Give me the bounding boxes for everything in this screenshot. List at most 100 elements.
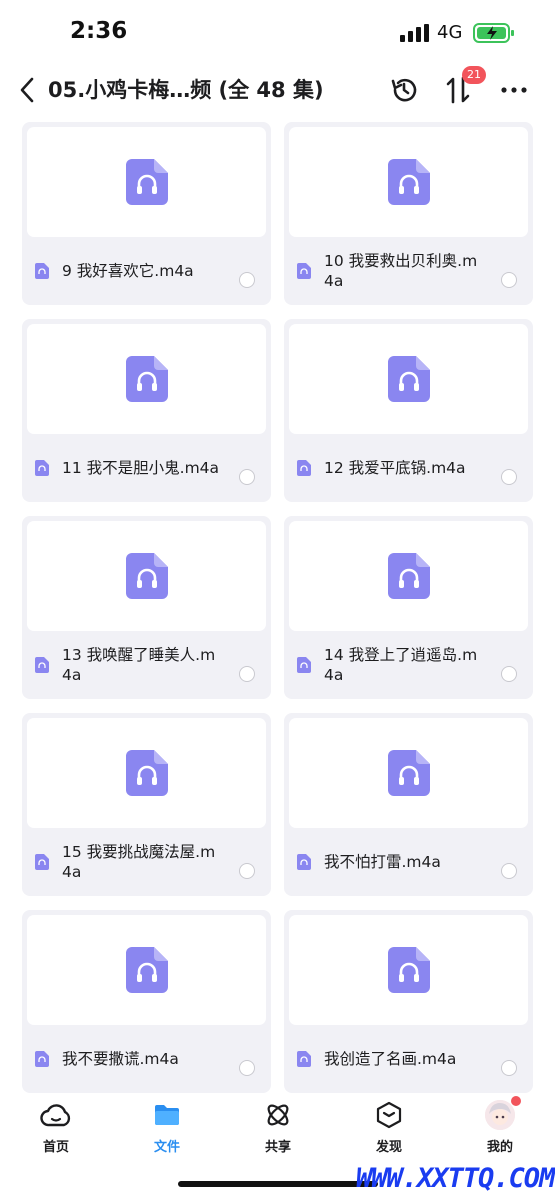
watermark: WWW.XXTTQ.COM	[356, 1163, 555, 1194]
file-name: 14 我登上了逍遥岛.m4a	[324, 646, 478, 684]
select-radio[interactable]	[239, 272, 255, 288]
file-name: 我创造了名画.m4a	[324, 1050, 457, 1068]
file-thumbnail	[27, 915, 266, 1025]
file-card[interactable]: 我创造了名画.m4a	[284, 910, 533, 1093]
file-thumbnail	[27, 324, 266, 434]
file-card-footer: 9 我好喜欢它.m4a	[22, 237, 271, 305]
file-thumbnail	[27, 521, 266, 631]
notification-dot	[511, 1096, 521, 1106]
avatar	[485, 1096, 521, 1130]
file-card-footer: 13 我唤醒了睡美人.m4a	[22, 631, 271, 699]
tab-files[interactable]: 文件	[127, 1100, 207, 1158]
chevron-left-icon	[20, 77, 34, 103]
tab-mine[interactable]: 我的	[460, 1096, 540, 1158]
file-thumbnail	[289, 324, 528, 434]
tab-mine-label: 我的	[486, 1140, 513, 1155]
avatar-face-icon	[485, 1100, 515, 1130]
file-thumbnail	[289, 915, 528, 1025]
file-thumbnail	[289, 127, 528, 237]
audio-file-small-icon	[35, 263, 49, 279]
select-radio[interactable]	[239, 666, 255, 682]
more-dots-icon	[501, 87, 527, 93]
network-label: 4G	[437, 22, 463, 43]
file-card[interactable]: 11 我不是胆小鬼.m4a	[22, 319, 271, 502]
tab-discover-label: 发现	[375, 1140, 402, 1155]
select-radio[interactable]	[501, 469, 517, 485]
select-radio[interactable]	[501, 272, 517, 288]
file-card[interactable]: 我不要撒谎.m4a	[22, 910, 271, 1093]
audio-file-icon	[125, 356, 168, 402]
status-bar: 2:36 4G	[0, 0, 555, 66]
file-card-footer: 14 我登上了逍遥岛.m4a	[284, 631, 533, 699]
select-radio[interactable]	[501, 1060, 517, 1076]
file-name: 我不要撒谎.m4a	[62, 1050, 179, 1068]
audio-file-small-icon	[35, 854, 49, 870]
share-atom-icon	[267, 1104, 289, 1126]
select-radio[interactable]	[239, 469, 255, 485]
tab-share[interactable]: 共享	[238, 1100, 318, 1158]
file-thumbnail	[27, 127, 266, 237]
tab-discover[interactable]: 发现	[349, 1100, 429, 1158]
more-button[interactable]	[496, 72, 532, 108]
audio-file-small-icon	[35, 1051, 49, 1067]
file-name: 13 我唤醒了睡美人.m4a	[62, 646, 216, 684]
tab-share-label: 共享	[264, 1140, 291, 1155]
tab-home-label: 首页	[42, 1140, 69, 1155]
file-thumbnail	[289, 521, 528, 631]
file-name: 15 我要挑战魔法屋.m4a	[62, 843, 216, 881]
file-card[interactable]: 15 我要挑战魔法屋.m4a	[22, 713, 271, 896]
tab-home[interactable]: 首页	[16, 1100, 96, 1158]
file-grid: 9 我好喜欢它.m4a 10 我要救出贝利奥.m4a 11 我不是胆小鬼.m4a…	[22, 122, 533, 1093]
audio-file-icon	[387, 159, 430, 205]
audio-file-small-icon	[297, 460, 311, 476]
file-card-footer: 我创造了名画.m4a	[284, 1025, 533, 1093]
file-card[interactable]: 我不怕打雷.m4a	[284, 713, 533, 896]
audio-file-icon	[387, 750, 430, 796]
audio-file-small-icon	[297, 1051, 311, 1067]
audio-file-icon	[387, 553, 430, 599]
history-button[interactable]	[386, 72, 422, 108]
audio-file-icon	[125, 750, 168, 796]
audio-file-small-icon	[297, 854, 311, 870]
audio-file-icon	[125, 159, 168, 205]
history-icon	[391, 78, 417, 102]
select-radio[interactable]	[501, 666, 517, 682]
file-card[interactable]: 13 我唤醒了睡美人.m4a	[22, 516, 271, 699]
audio-file-icon	[387, 947, 430, 993]
audio-file-small-icon	[35, 460, 49, 476]
file-thumbnail	[27, 718, 266, 828]
file-card-footer: 我不怕打雷.m4a	[284, 828, 533, 896]
audio-file-icon	[125, 947, 168, 993]
file-card[interactable]: 9 我好喜欢它.m4a	[22, 122, 271, 305]
audio-file-icon	[125, 553, 168, 599]
file-card[interactable]: 12 我爱平底锅.m4a	[284, 319, 533, 502]
folder-icon	[155, 1105, 179, 1125]
file-name: 12 我爱平底锅.m4a	[324, 459, 466, 477]
file-name: 9 我好喜欢它.m4a	[62, 262, 194, 280]
status-time: 2:36	[70, 18, 128, 44]
file-name: 我不怕打雷.m4a	[324, 853, 441, 871]
audio-file-small-icon	[297, 263, 311, 279]
discover-cube-icon	[376, 1101, 402, 1129]
file-card-footer: 15 我要挑战魔法屋.m4a	[22, 828, 271, 896]
cloud-icon	[40, 1104, 71, 1127]
file-card-footer: 我不要撒谎.m4a	[22, 1025, 271, 1093]
file-card-footer: 11 我不是胆小鬼.m4a	[22, 434, 271, 502]
signal-icon	[400, 24, 429, 42]
select-radio[interactable]	[501, 863, 517, 879]
battery-charging-icon	[473, 23, 514, 43]
file-card-footer: 12 我爱平底锅.m4a	[284, 434, 533, 502]
back-button[interactable]	[14, 72, 40, 108]
nav-bar: 05.小鸡卡梅…频 (全 48 集) 21	[0, 66, 555, 114]
select-radio[interactable]	[239, 1060, 255, 1076]
select-radio[interactable]	[239, 863, 255, 879]
tab-files-label: 文件	[153, 1140, 180, 1155]
file-card[interactable]: 10 我要救出贝利奥.m4a	[284, 122, 533, 305]
audio-file-small-icon	[297, 657, 311, 673]
page-title: 05.小鸡卡梅…频 (全 48 集)	[48, 78, 324, 102]
file-card[interactable]: 14 我登上了逍遥岛.m4a	[284, 516, 533, 699]
file-name: 11 我不是胆小鬼.m4a	[62, 459, 220, 477]
file-card-footer: 10 我要救出贝利奥.m4a	[284, 237, 533, 305]
file-thumbnail	[289, 718, 528, 828]
tab-bar: 首页 文件 共享 发现 我的	[0, 1096, 555, 1162]
